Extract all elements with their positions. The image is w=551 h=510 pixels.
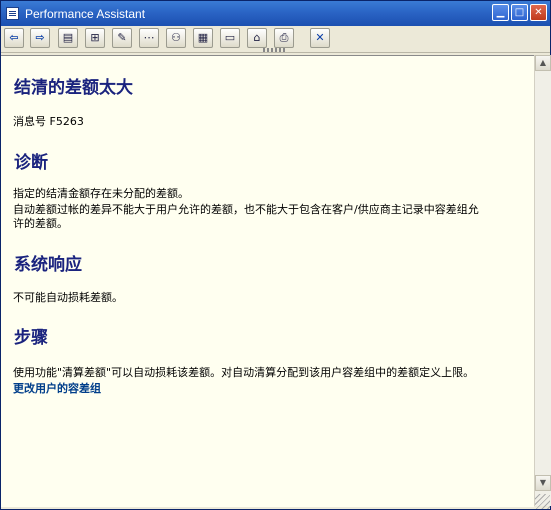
table-button[interactable]: ▦	[193, 28, 213, 48]
close-doc-button[interactable]: ✕	[310, 28, 330, 48]
scroll-up-button[interactable]: ▲	[535, 55, 551, 71]
sapscript-button[interactable]: ▭	[220, 28, 240, 48]
system-response-text: 不可能自动损耗差额。	[13, 291, 123, 304]
window-controls: ▁ □ ✕	[492, 4, 547, 21]
maximize-button[interactable]: □	[511, 4, 528, 21]
performance-assistant-window: Performance Assistant ▁ □ ✕ ⇦ ⇨ ▤ ⊞ ✎ ⋯ …	[0, 0, 551, 510]
close-window-button[interactable]: ✕	[530, 4, 547, 21]
system-response-heading: 系统响应	[14, 255, 82, 275]
window-icon	[6, 7, 19, 20]
title-bar[interactable]: Performance Assistant ▁ □ ✕	[1, 1, 550, 26]
toolbar-grip[interactable]	[263, 48, 285, 52]
forward-button[interactable]: ⇨	[30, 28, 50, 48]
book-button[interactable]: ▤	[58, 28, 78, 48]
diagnosis-text-3: 许的差额。	[13, 217, 68, 230]
diagnosis-text-1: 指定的结清金额存在未分配的差额。	[13, 187, 189, 200]
technical-info-button[interactable]: ⋯	[139, 28, 159, 48]
back-button[interactable]: ⇦	[4, 28, 24, 48]
toolbar: ⇦ ⇨ ▤ ⊞ ✎ ⋯ ⚇ ▦ ▭ ⌂ ⎙ ✕	[1, 26, 550, 53]
structure-button[interactable]: ⊞	[85, 28, 105, 48]
edit-button[interactable]: ✎	[112, 28, 132, 48]
vertical-scrollbar[interactable]: ▲ ▼	[534, 55, 551, 506]
diagnosis-heading: 诊断	[14, 153, 48, 173]
help-content: 结清的差额太大 消息号 F5263 诊断 指定的结清金额存在未分配的差额。 自动…	[1, 55, 534, 507]
minimize-button[interactable]: ▁	[492, 4, 509, 21]
window-title: Performance Assistant	[25, 6, 146, 21]
procedure-text: 使用功能"清算差额"可以自动损耗该差额。对自动清算分配到该用户容差组中的差额定义…	[13, 366, 475, 379]
users-button[interactable]: ⚇	[166, 28, 186, 48]
scroll-down-button[interactable]: ▼	[535, 475, 551, 491]
change-tolerance-group-link[interactable]: 更改用户的容差组	[13, 380, 101, 396]
procedure-heading: 步骤	[14, 328, 48, 348]
settings-button[interactable]: ⌂	[247, 28, 267, 48]
print-button[interactable]: ⎙	[274, 28, 294, 48]
diagnosis-text-2: 自动差额过帐的差异不能大于用户允许的差额，也不能大于包含在客户/供应商主记录中容…	[13, 203, 479, 216]
resize-grip[interactable]	[535, 494, 550, 509]
page-title: 结清的差额太大	[14, 78, 133, 98]
message-number: 消息号 F5263	[13, 115, 84, 128]
